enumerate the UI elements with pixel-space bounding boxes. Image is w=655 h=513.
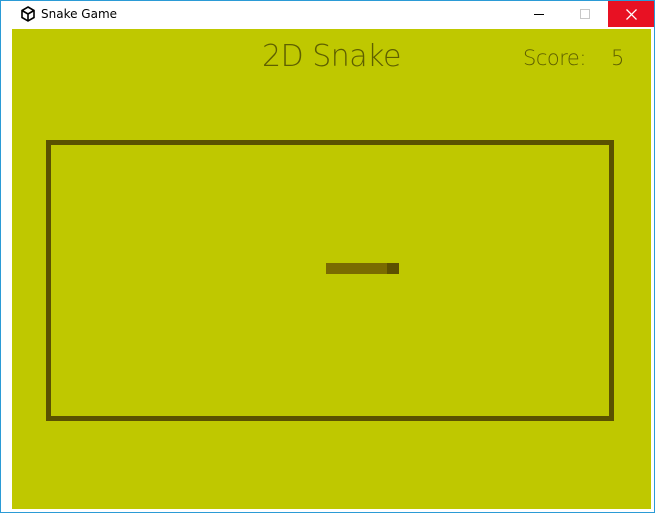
maximize-icon [580, 9, 590, 19]
app-window: Snake Game 2D Snake Score: 5 [0, 0, 655, 513]
minimize-button[interactable] [516, 1, 562, 27]
title-bar[interactable]: Snake Game [1, 1, 654, 27]
score-label: Score: [523, 46, 586, 70]
minimize-icon [534, 14, 544, 15]
snake-body [326, 263, 388, 274]
maximize-button[interactable] [562, 1, 608, 27]
unity-icon [21, 6, 35, 22]
close-button[interactable] [608, 1, 654, 27]
window-title: Snake Game [41, 7, 118, 21]
snake-head [387, 263, 399, 274]
close-icon [625, 8, 637, 20]
arena-border [46, 140, 614, 421]
game-title: 2D Snake [262, 39, 401, 74]
game-canvas[interactable]: 2D Snake Score: 5 [12, 29, 651, 509]
score-value: 5 [611, 46, 625, 70]
